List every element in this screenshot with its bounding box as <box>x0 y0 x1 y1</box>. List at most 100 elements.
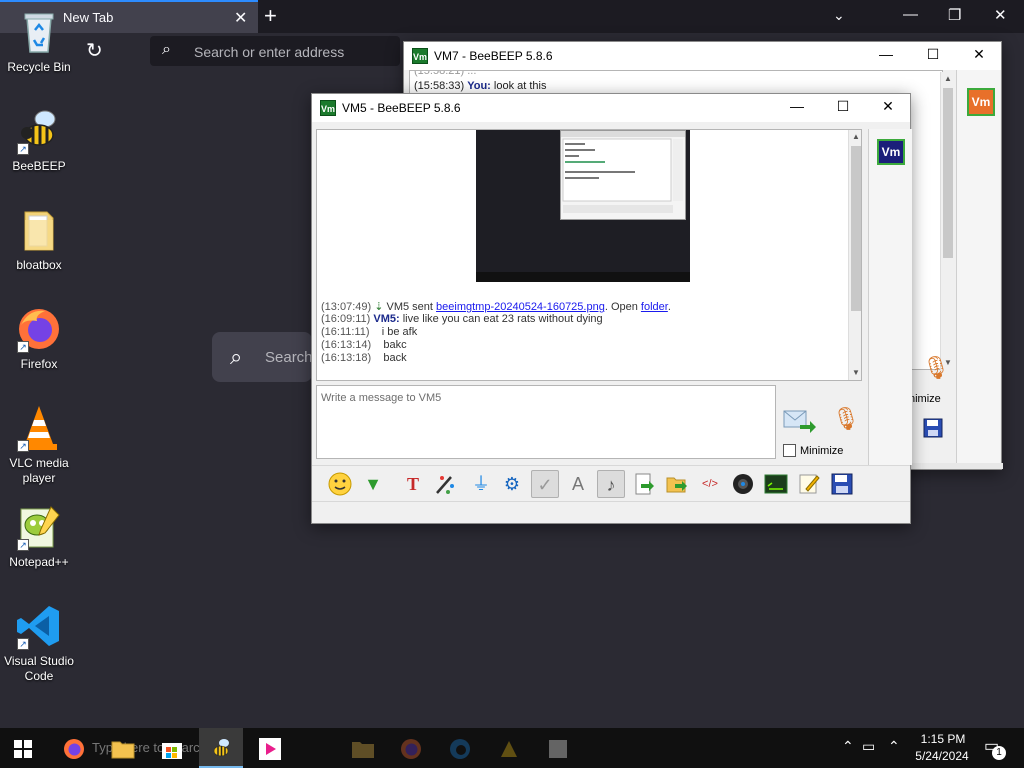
save-icon[interactable] <box>923 418 943 438</box>
expand-down-icon[interactable]: ▼ <box>359 470 387 498</box>
settings-gear-icon[interactable]: ⚙ <box>498 470 526 498</box>
send-icon[interactable] <box>782 407 816 435</box>
page-search-box[interactable]: ⌕ Search <box>212 332 313 382</box>
chat-time: (16:11:11) <box>321 326 370 338</box>
file-explorer-icon[interactable] <box>101 728 145 768</box>
edge-icon[interactable] <box>438 728 482 768</box>
file-explorer-icon[interactable] <box>341 728 385 768</box>
close-icon[interactable]: ✕ <box>969 46 989 63</box>
desktop-icon-beebeep[interactable]: ↗ BeeBEEP <box>1 107 77 174</box>
close-icon[interactable]: ✕ <box>994 6 1007 24</box>
screenshot-preview-image[interactable] <box>476 130 690 282</box>
status-bar <box>312 501 910 523</box>
download-icon: ⇣ <box>374 301 384 313</box>
vlc-cone-icon: ↗ <box>15 404 63 452</box>
search-icon: ⌕ <box>162 41 171 58</box>
chat-text: . <box>667 301 671 313</box>
restore-icon[interactable]: ❐ <box>948 6 961 24</box>
network-icon[interactable]: ▭ <box>862 738 875 755</box>
html-code-icon[interactable]: </> <box>696 470 724 498</box>
notepad-plus-plus-icon: ↗ <box>15 503 63 551</box>
firefox-icon[interactable] <box>52 728 96 768</box>
desktop-icon-vscode[interactable]: ↗ Visual Studio Code <box>1 602 77 684</box>
vm-avatar[interactable]: Vm <box>967 88 995 116</box>
close-icon[interactable]: ✕ <box>878 98 898 115</box>
app-icon[interactable] <box>487 728 531 768</box>
scroll-thumb[interactable] <box>943 88 953 258</box>
message-input[interactable]: Write a message to VM5 <box>316 385 776 459</box>
minimize-icon[interactable]: — <box>876 46 896 62</box>
app-icon[interactable] <box>536 728 580 768</box>
volume-icon[interactable]: ⌃ <box>888 738 900 755</box>
send-folder-icon[interactable] <box>663 470 691 498</box>
chat-time: (15:58:33) <box>414 80 465 92</box>
address-bar[interactable]: ⌕ Search or enter address <box>150 36 400 66</box>
scroll-up-icon[interactable]: ▲ <box>849 130 861 144</box>
desktop-icon-label: Visual Studio Code <box>4 654 74 683</box>
microphone-icon[interactable]: 🎙 <box>832 406 860 432</box>
clock-date[interactable]: 5/24/2024 <box>908 749 976 763</box>
chat-time: (13:07:49) <box>321 301 372 313</box>
scrollbar[interactable]: ▲ ▼ <box>848 130 861 380</box>
desktop-icon-label: VLC media player <box>9 456 69 485</box>
spellcheck-icon[interactable]: ✓ <box>531 470 559 498</box>
scrollbar[interactable]: ▲ ▼ <box>940 72 954 370</box>
terminal-icon[interactable] <box>762 470 790 498</box>
beebeep-taskbar-icon[interactable] <box>199 728 243 768</box>
desktop-icon-label: BeeBEEP <box>12 159 66 173</box>
minimize-icon[interactable]: — <box>903 6 918 23</box>
preview-taskbar <box>476 272 690 282</box>
chat-message: (16:13:18) back <box>321 352 407 364</box>
text-format-icon[interactable]: A <box>564 470 592 498</box>
chat-text: live like you can eat 23 rats without dy… <box>399 313 603 325</box>
file-link[interactable]: beeimgtmp-20240524-160725.png <box>436 301 605 313</box>
desktop-icon-vlc[interactable]: ↗ VLC media player <box>1 404 77 486</box>
windows-start-icon[interactable] <box>14 740 32 758</box>
desktop-icon-firefox[interactable]: ↗ Firefox <box>1 305 77 372</box>
scroll-up-icon[interactable]: ▲ <box>941 72 955 86</box>
scroll-thumb[interactable] <box>851 146 861 311</box>
maximize-icon[interactable]: ☐ <box>923 46 943 63</box>
taskbar: Type here to search ⌃ ▭ ⌃ 1:15 PM 5/24/2… <box>0 728 1024 768</box>
new-tab-button[interactable]: + <box>264 3 277 29</box>
chat-message: (16:09:11) VM5: live like you can eat 23… <box>321 313 603 325</box>
minimize-icon[interactable]: — <box>787 98 807 114</box>
completer-icon[interactable]: ♪ <box>597 470 625 498</box>
folder-link[interactable]: folder <box>641 301 668 313</box>
reload-icon[interactable]: ↻ <box>86 38 103 63</box>
desktop-icon-recycle-bin[interactable]: Recycle Bin <box>1 8 77 75</box>
chat-message-file: (13:07:49) ⇣ VM5 sent beeimgtmp-20240524… <box>321 300 671 313</box>
chat-text: . Open <box>604 301 641 313</box>
maximize-icon[interactable]: ☐ <box>833 98 853 115</box>
emoticon-icon[interactable] <box>326 470 354 498</box>
screenshot-camera-icon[interactable] <box>729 470 757 498</box>
chat-message: (16:11:11) i be afk <box>321 326 417 338</box>
titlebar: Vm VM5 - BeeBEEP 5.8.6 — ☐ ✕ <box>312 94 910 122</box>
firefox-icon: ↗ <box>15 305 63 353</box>
scroll-down-icon[interactable]: ▼ <box>849 366 861 380</box>
vm-avatar[interactable]: Vm <box>877 139 905 165</box>
clock-time[interactable]: 1:15 PM <box>918 732 968 746</box>
save-icon[interactable] <box>828 470 856 498</box>
media-player-icon[interactable] <box>248 728 292 768</box>
microsoft-store-icon[interactable] <box>150 728 194 768</box>
send-file-icon[interactable] <box>630 470 658 498</box>
firefox-icon[interactable] <box>389 728 433 768</box>
chevron-up-icon[interactable]: ⌃ <box>842 738 854 755</box>
font-icon[interactable]: T <box>399 470 427 498</box>
user-sidebar: Vm <box>956 70 1000 468</box>
edit-note-icon[interactable] <box>795 470 823 498</box>
chevron-down-icon[interactable]: ⌄ <box>833 7 845 24</box>
chat-time: (16:13:18) <box>321 352 372 364</box>
microphone-icon[interactable]: 🎙 <box>922 355 950 381</box>
minimize-checkbox[interactable] <box>783 444 796 457</box>
color-picker-icon[interactable] <box>432 470 460 498</box>
desktop-icon-bloatbox[interactable]: bloatbox <box>1 206 77 273</box>
shortcut-arrow-icon: ↗ <box>17 341 29 353</box>
folder-icon <box>15 206 63 254</box>
desktop-icon-notepad-plus-plus[interactable]: ↗ Notepad++ <box>1 503 77 570</box>
window-title: VM7 - BeeBEEP 5.8.6 <box>434 49 553 63</box>
tab-close-icon[interactable]: ✕ <box>234 8 247 28</box>
filter-icon[interactable]: ⏚ <box>467 470 495 498</box>
preview-window-thumbnail <box>560 130 686 220</box>
